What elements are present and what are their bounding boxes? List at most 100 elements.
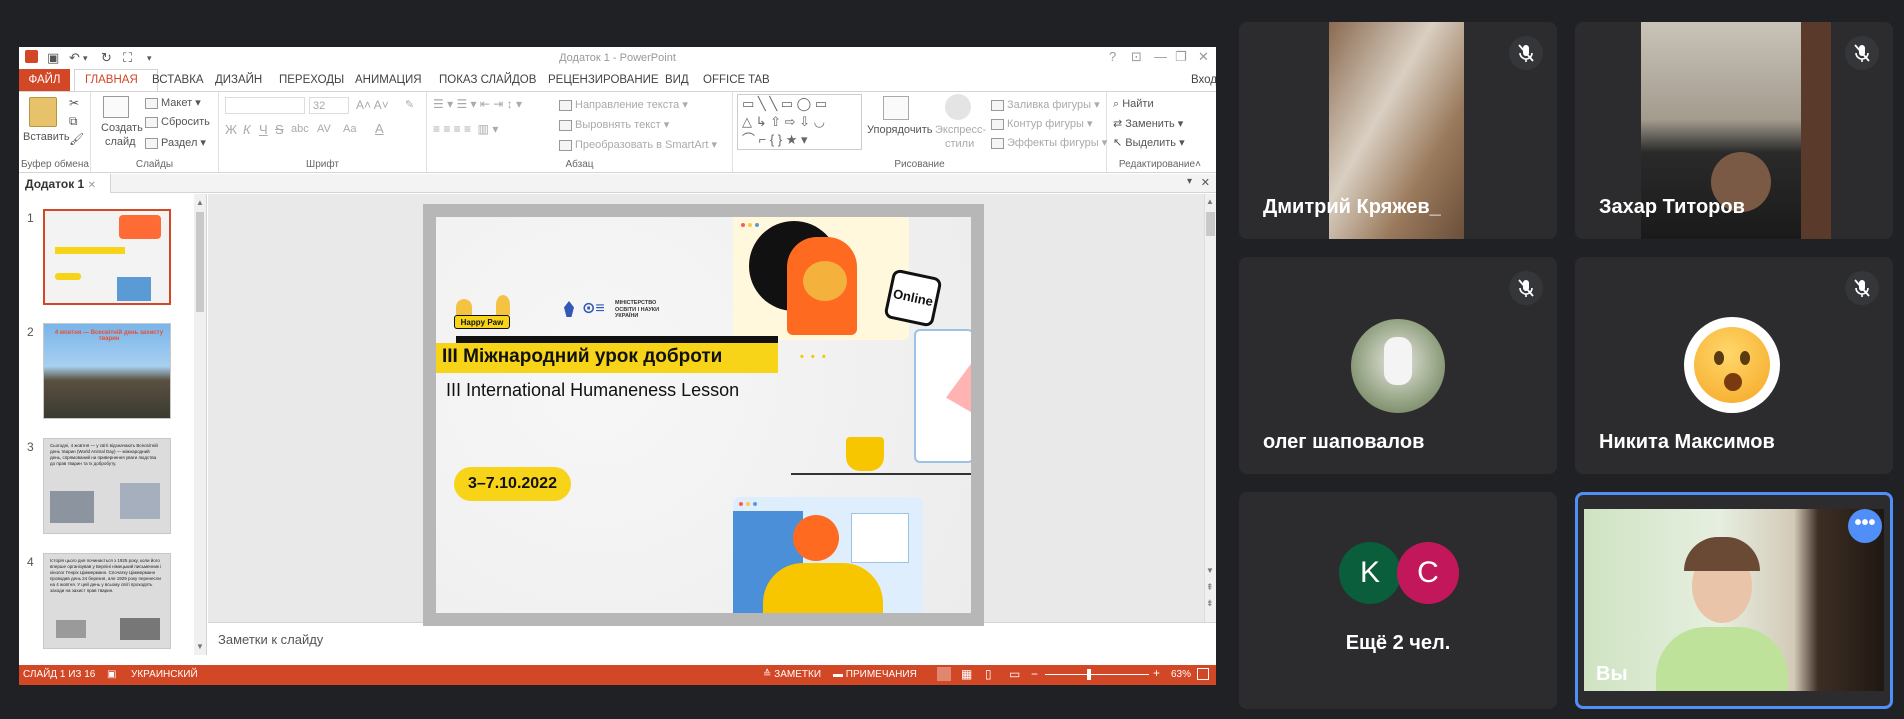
sign-in-link[interactable]: Вход <box>1191 74 1216 86</box>
participant-tile-3[interactable]: олег шаповалов <box>1239 257 1557 474</box>
zoom-slider-handle[interactable] <box>1087 669 1091 680</box>
slide-scroll-down-icon[interactable]: ▼ <box>1206 566 1214 575</box>
language-indicator[interactable]: УКРАИНСКИЙ <box>131 669 198 680</box>
bold-button[interactable]: Ж <box>225 122 237 137</box>
notes-toggle[interactable]: ≙ ЗАМЕТКИ <box>763 669 821 680</box>
participant-tile-1[interactable]: Дмитрий Кряжев_ <box>1239 22 1557 239</box>
ribbon-display-icon[interactable]: ⊡ <box>1131 49 1142 65</box>
more-options-icon[interactable]: ••• <box>1848 509 1882 543</box>
font-name-box[interactable] <box>225 97 305 114</box>
more-participants-tile[interactable]: K C Ещё 2 чел. <box>1239 492 1557 709</box>
shape-fill-button[interactable]: Заливка фигуры ▾ <box>991 98 1100 111</box>
current-slide[interactable]: Online Happy Paw ⊙≡ МІНІСТЕРСТВО ОСВІТИ … <box>423 204 984 626</box>
tab-slideshow[interactable]: ПОКАЗ СЛАЙДОВ <box>439 74 536 86</box>
section-button[interactable]: Раздел ▾ <box>145 136 206 149</box>
slide-thumb-3[interactable]: Сьогодні, 4 жовтня — у світі відзначають… <box>43 438 171 534</box>
tab-design[interactable]: ДИЗАЙН <box>215 74 262 86</box>
paste-icon[interactable] <box>29 97 57 127</box>
font-size-box[interactable]: 32 <box>309 97 349 114</box>
thumbnails-scroll-thumb[interactable] <box>196 212 204 312</box>
normal-view-icon[interactable] <box>937 667 951 681</box>
arrange-button[interactable]: Упорядочить <box>867 124 932 136</box>
fit-slide-icon[interactable] <box>1197 668 1209 680</box>
doc-tab[interactable]: Додаток 1 ✕ <box>19 174 111 193</box>
tab-transitions[interactable]: ПЕРЕХОДЫ <box>279 74 344 86</box>
paste-button[interactable]: Вставить <box>23 131 70 143</box>
shadow-button[interactable]: abc <box>291 123 309 135</box>
shape-outline-button[interactable]: Контур фигуры ▾ <box>991 117 1093 130</box>
tab-insert[interactable]: ВСТАВКА <box>152 74 204 86</box>
spellcheck-icon[interactable]: ▣ <box>107 669 116 680</box>
thumbnails-scrollbar[interactable]: ▲ ▼ <box>194 194 206 655</box>
tab-office-tab[interactable]: OFFICE TAB <box>703 74 770 86</box>
tab-file[interactable]: ФАЙЛ <box>19 69 70 91</box>
comments-toggle[interactable]: ▬ ПРИМЕЧАНИЯ <box>833 669 917 680</box>
bullets-icon[interactable]: ☰ ▾ ☰ ▾ ⇤ ⇥ ↕ ▾ <box>433 97 522 111</box>
self-tile[interactable]: ••• Вы <box>1575 492 1893 709</box>
select-button[interactable]: ↖ Выделить ▾ <box>1113 136 1185 149</box>
tab-home[interactable]: ГЛАВНАЯ <box>85 74 138 86</box>
notes-pane[interactable]: Заметки к слайду <box>208 622 1216 655</box>
scroll-up-icon[interactable]: ▲ <box>196 198 204 207</box>
illustration-window <box>851 513 909 563</box>
arrange-icon[interactable] <box>883 96 909 120</box>
cut-icon[interactable]: ✂ <box>69 96 79 110</box>
close-icon[interactable]: ✕ <box>1198 49 1209 65</box>
strikethrough-button[interactable]: S <box>275 122 284 137</box>
close-doc-tab-icon[interactable]: ✕ <box>88 180 96 191</box>
next-slide-icon[interactable]: ⇟ <box>1206 598 1214 609</box>
char-spacing-button[interactable]: AV <box>317 123 331 135</box>
copy-icon[interactable]: ⧉ <box>69 114 78 129</box>
zoom-level[interactable]: 63% <box>1171 669 1191 680</box>
smartart-button[interactable]: Преобразовать в SmartArt ▾ <box>559 138 717 151</box>
find-button[interactable]: ⌕ Найти <box>1113 98 1154 111</box>
slide-thumb-2[interactable]: 4 жовтня — Всесвітній день захисту твари… <box>43 323 171 419</box>
participant-tile-2[interactable]: Захар Титоров <box>1575 22 1893 239</box>
align-text-button[interactable]: Выровнять текст ▾ <box>559 118 669 131</box>
slide-scroll-thumb[interactable] <box>1206 212 1215 236</box>
quick-styles-button[interactable]: Экспресс- <box>935 124 986 136</box>
slide-thumb-4[interactable]: Історія цього дня починається з 1925 рок… <box>43 553 171 649</box>
close-tabs-icon[interactable]: ✕ <box>1201 176 1210 189</box>
slide-scroll-up-icon[interactable]: ▲ <box>1206 197 1214 206</box>
clear-format-icon[interactable]: ✎ <box>405 98 414 111</box>
underline-button[interactable]: Ч <box>259 122 268 137</box>
reset-button[interactable]: Сбросить <box>145 116 210 128</box>
zoom-slider[interactable] <box>1045 674 1149 675</box>
new-slide-icon[interactable] <box>103 96 129 118</box>
minimize-icon[interactable]: — <box>1154 49 1167 64</box>
shapes-gallery[interactable]: ▭ ╲ ╲ ▭ ◯ ▭ △ ↳ ⇧ ⇨ ⇩ ◡ ⌒ ⌐ { } ★ ▾ <box>737 94 862 150</box>
quick-styles-button-line2[interactable]: стили <box>945 138 974 150</box>
participant-tile-4[interactable]: Никита Максимов <box>1575 257 1893 474</box>
layout-button[interactable]: Макет ▾ <box>145 96 201 109</box>
new-slide-button-line2[interactable]: слайд <box>105 136 136 148</box>
zoom-out-button[interactable]: − <box>1031 667 1038 681</box>
replace-button[interactable]: ⇄ Заменить ▾ <box>1113 117 1183 130</box>
help-icon[interactable]: ? <box>1109 49 1116 64</box>
slide-scrollbar[interactable]: ▲ ▼ ⇞ ⇟ <box>1204 194 1216 622</box>
quick-styles-icon[interactable] <box>945 94 971 120</box>
previous-slide-icon[interactable]: ⇞ <box>1206 582 1214 593</box>
format-painter-icon[interactable]: 🖌 <box>69 132 84 146</box>
slide-sorter-icon[interactable]: ▦ <box>961 667 972 681</box>
font-color-icon[interactable]: A <box>375 121 384 136</box>
align-icons[interactable]: ≡ ≡ ≡ ≡ ▥ ▾ <box>433 122 498 136</box>
shape-effects-button[interactable]: Эффекты фигуры ▾ <box>991 136 1107 149</box>
slideshow-view-icon[interactable]: ▭ <box>1009 667 1020 681</box>
italic-button[interactable]: К <box>243 122 251 137</box>
slide-thumb-1[interactable] <box>43 209 171 305</box>
text-direction-button[interactable]: Направление текста ▾ <box>559 98 688 111</box>
tab-list-icon[interactable]: ▾ <box>1187 176 1192 187</box>
grow-font-icon[interactable]: A˄ A˅ <box>356 98 389 112</box>
zoom-in-button[interactable]: + <box>1153 666 1160 680</box>
tab-view[interactable]: ВИД <box>665 74 689 86</box>
collapse-ribbon-icon[interactable]: ˄ <box>1195 159 1201 170</box>
new-slide-button[interactable]: Создать <box>101 122 143 134</box>
tab-animations[interactable]: АНИМАЦИЯ <box>355 74 422 86</box>
scroll-down-icon[interactable]: ▼ <box>196 642 204 651</box>
maximize-icon[interactable]: ❐ <box>1175 49 1187 65</box>
replace-label: Заменить <box>1125 118 1175 130</box>
tab-review[interactable]: РЕЦЕНЗИРОВАНИЕ <box>548 74 659 86</box>
reading-view-icon[interactable]: ▯ <box>985 667 992 681</box>
change-case-button[interactable]: Aa <box>343 123 356 135</box>
